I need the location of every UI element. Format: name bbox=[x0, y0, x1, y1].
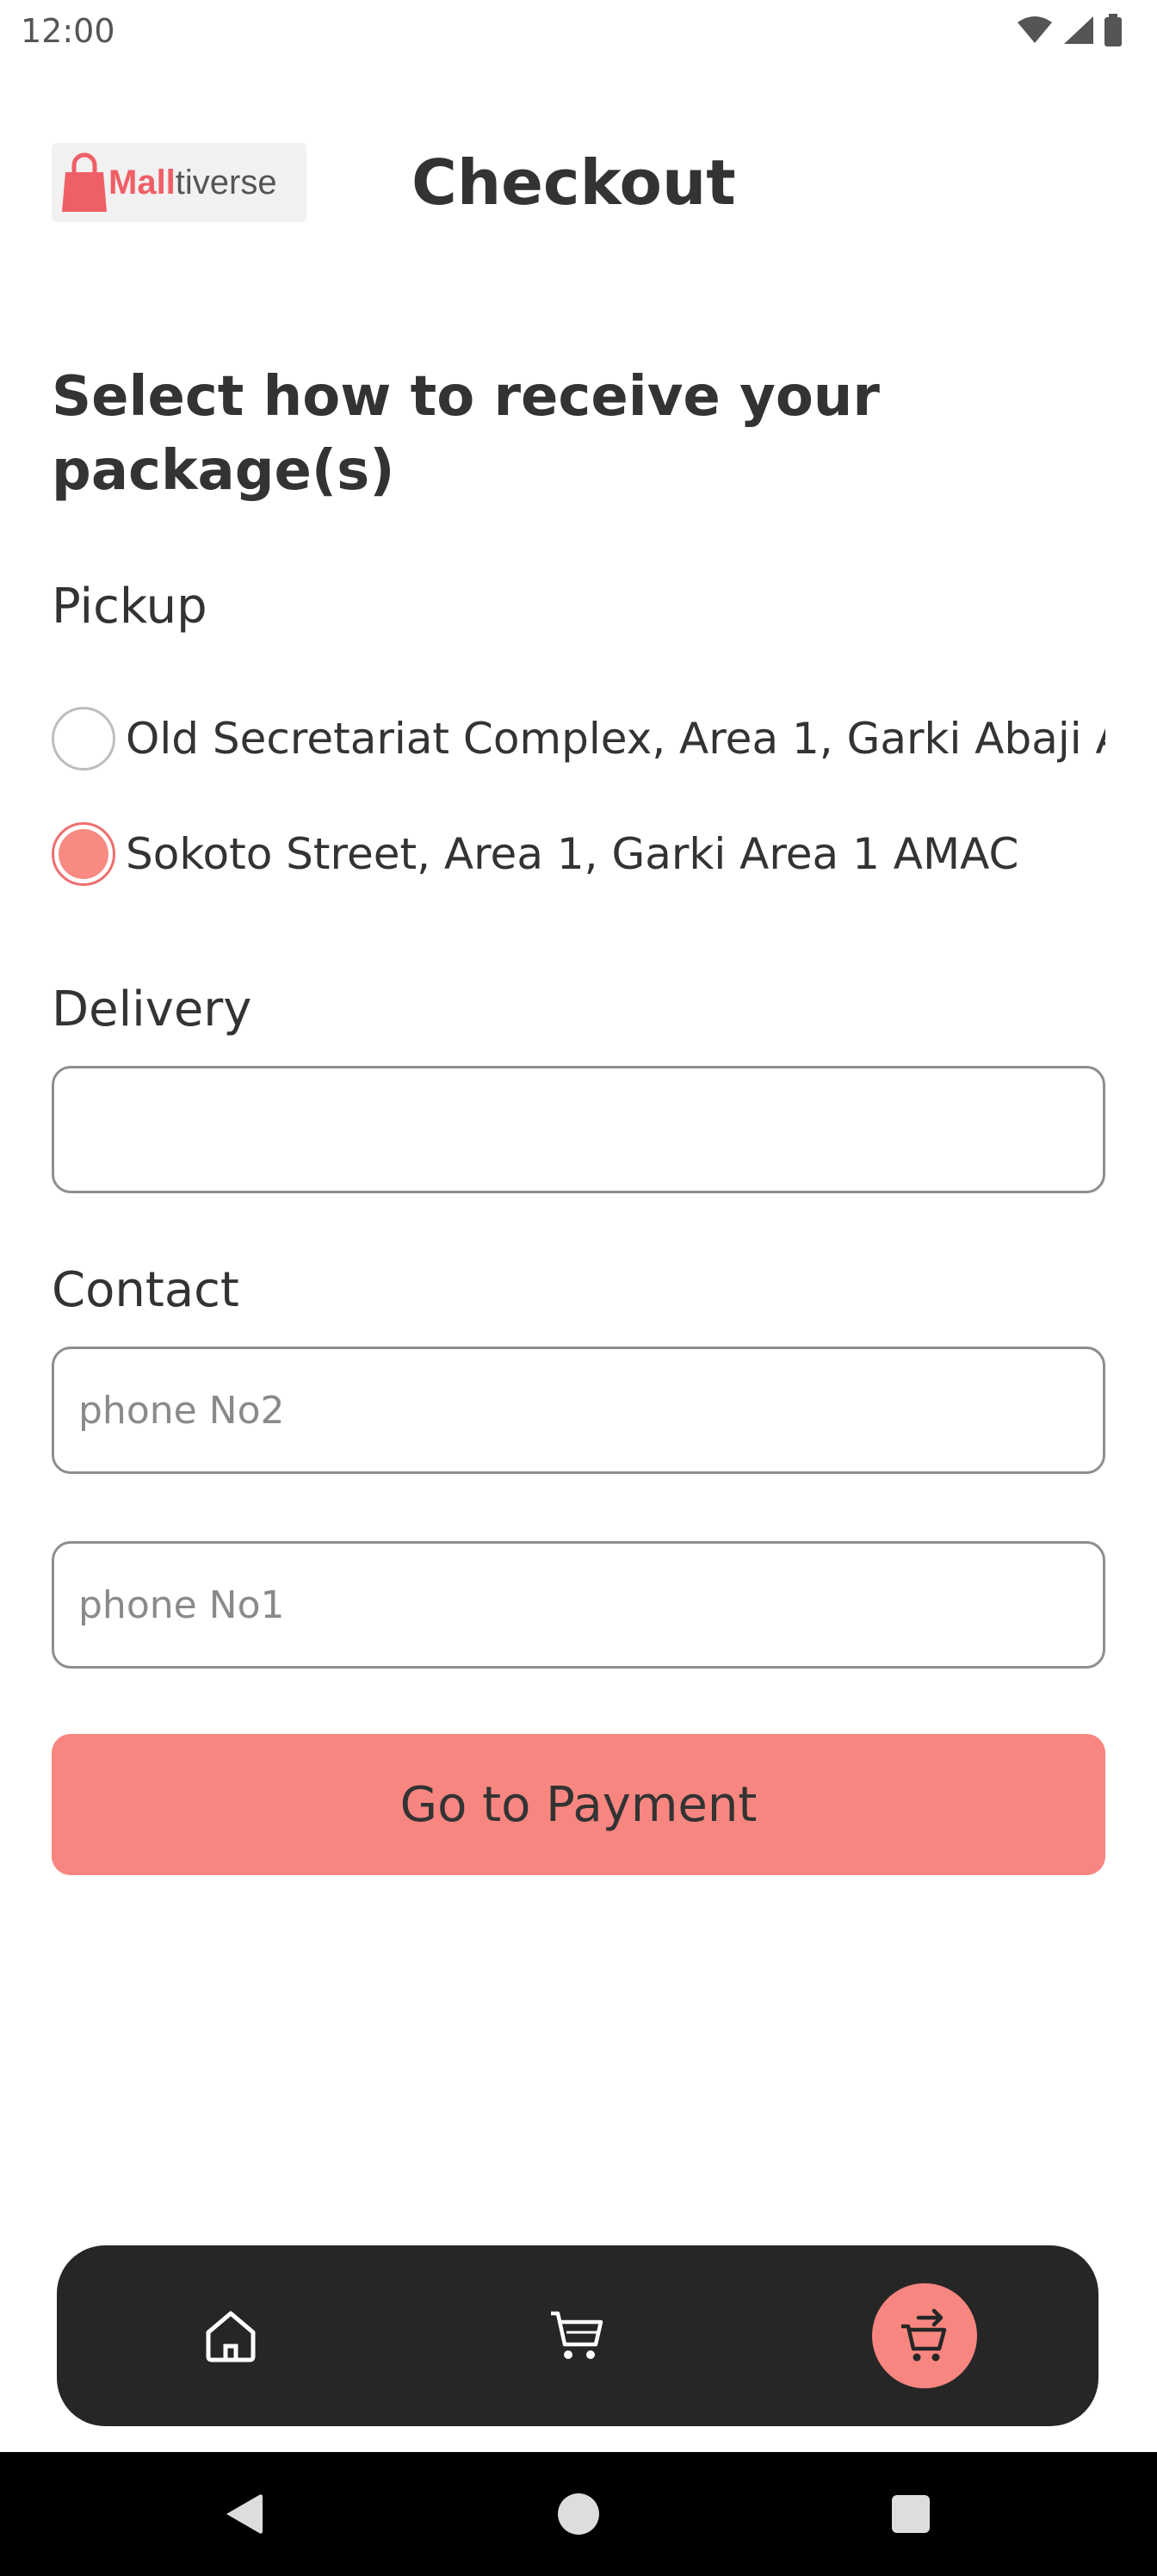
system-recents-button[interactable] bbox=[859, 2452, 962, 2576]
pickup-option-label: Old Secretariat Complex, Area 1, Garki A… bbox=[126, 714, 1105, 764]
system-navigation-bar bbox=[0, 2452, 1157, 2576]
checkout-cart-icon bbox=[901, 2308, 947, 2362]
wifi-icon bbox=[1018, 16, 1052, 43]
logo-tiverse: tiverse bbox=[175, 163, 277, 201]
logo-mall: Mall bbox=[108, 163, 176, 201]
nav-cart-button[interactable] bbox=[508, 2245, 646, 2426]
app-logo: Malltiverse bbox=[52, 143, 306, 222]
phone2-input[interactable] bbox=[52, 1347, 1105, 1474]
system-home-button[interactable] bbox=[527, 2452, 630, 2576]
go-to-payment-button[interactable]: Go to Payment bbox=[52, 1734, 1105, 1875]
phone1-input[interactable] bbox=[52, 1541, 1105, 1669]
nav-checkout-button[interactable] bbox=[856, 2245, 993, 2426]
pickup-option-label: Sokoto Street, Area 1, Garki Area 1 AMAC bbox=[126, 829, 1019, 879]
shopping-bag-icon bbox=[62, 152, 107, 212]
recents-square-icon bbox=[892, 2495, 930, 2533]
home-circle-icon bbox=[558, 2493, 599, 2535]
pickup-label: Pickup bbox=[52, 579, 207, 635]
logo-text: Malltiverse bbox=[108, 164, 277, 202]
status-time: 12:00 bbox=[21, 12, 115, 50]
delivery-address-input[interactable] bbox=[52, 1066, 1105, 1193]
section-heading: Select how to receive your package(s) bbox=[52, 365, 880, 503]
status-icons bbox=[1016, 14, 1123, 46]
pickup-option-2[interactable]: Sokoto Street, Area 1, Garki Area 1 AMAC bbox=[52, 820, 1105, 889]
nav-active-indicator bbox=[872, 2283, 977, 2388]
pickup-option-1[interactable]: Old Secretariat Complex, Area 1, Garki A… bbox=[52, 704, 1105, 773]
signal-icon bbox=[1064, 16, 1093, 44]
home-icon bbox=[206, 2311, 256, 2362]
nav-home-button[interactable] bbox=[162, 2245, 300, 2426]
bottom-navigation bbox=[57, 2245, 1098, 2426]
page-title: Checkout bbox=[411, 146, 736, 219]
checkout-screen: 12:00 Malltiverse Checkout Select how to… bbox=[0, 0, 1157, 2576]
status-bar: 12:00 bbox=[0, 0, 1157, 62]
radio-button[interactable] bbox=[52, 707, 115, 771]
contact-label: Contact bbox=[52, 1262, 239, 1318]
cart-icon bbox=[551, 2311, 603, 2359]
system-back-button[interactable] bbox=[191, 2452, 294, 2576]
radio-button-selected[interactable] bbox=[52, 822, 115, 886]
delivery-label: Delivery bbox=[52, 981, 252, 1037]
back-icon bbox=[226, 2494, 263, 2534]
battery-icon bbox=[1104, 14, 1122, 46]
